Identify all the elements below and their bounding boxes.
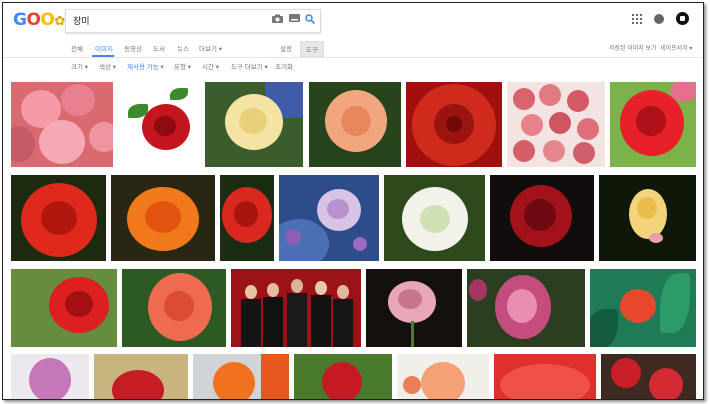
logo-letter: O — [26, 10, 41, 30]
image-result[interactable] — [11, 82, 113, 167]
image-result[interactable] — [11, 354, 89, 399]
tab-books[interactable]: 도서 — [153, 43, 165, 53]
image-result[interactable] — [118, 82, 200, 167]
tab-more[interactable]: 더보기 ▾ — [199, 43, 222, 53]
image-result[interactable] — [406, 82, 502, 167]
image-result[interactable] — [366, 269, 462, 347]
avatar[interactable] — [676, 12, 689, 25]
notifications-icon[interactable] — [654, 13, 664, 24]
tab-videos[interactable]: 동영상 — [124, 43, 142, 53]
saved-images-link[interactable]: 저장된 이미지 보기 — [609, 43, 657, 52]
filter-time[interactable]: 시간 ▾ — [202, 61, 219, 71]
active-tab-indicator — [92, 55, 114, 57]
tool-filters: 크기 ▾ 색상 ▾ 재사용 가능 ▾ 유형 ▾ 시간 ▾ 도구 더보기 ▾ 초기… — [3, 58, 703, 74]
filter-type[interactable]: 유형 ▾ — [174, 61, 191, 71]
image-result[interactable] — [490, 175, 594, 261]
tab-images[interactable]: 이미지 — [95, 43, 113, 53]
image-result[interactable] — [590, 269, 696, 347]
apps-grid-icon[interactable] — [632, 13, 642, 24]
account-bar — [632, 12, 689, 25]
image-result[interactable] — [494, 354, 596, 399]
search-box[interactable]: 장미 — [65, 9, 321, 33]
tools-button[interactable]: 도구 — [300, 41, 324, 57]
filter-reset[interactable]: 초기화 — [275, 61, 293, 71]
search-icon[interactable] — [305, 14, 316, 28]
image-result[interactable] — [231, 269, 361, 347]
filter-more-tools[interactable]: 도구 더보기 ▾ — [231, 61, 268, 71]
image-result[interactable] — [122, 269, 226, 347]
browser-frame: GOO✿LE 장미 전체 이미지 동영상 도서 뉴스 더보기 ▾ 설정 도구 저… — [2, 2, 704, 400]
image-result[interactable] — [111, 175, 215, 261]
tab-news[interactable]: 뉴스 — [177, 43, 189, 53]
image-result[interactable] — [397, 354, 489, 399]
image-result[interactable] — [467, 269, 585, 347]
image-result[interactable] — [309, 82, 401, 167]
image-result[interactable] — [11, 175, 106, 261]
keyboard-icon[interactable] — [289, 14, 300, 26]
image-result[interactable] — [294, 354, 392, 399]
image-result[interactable] — [193, 354, 289, 399]
image-result[interactable] — [220, 175, 274, 261]
logo-doodle-flower-icon: ✿ — [54, 14, 65, 29]
filter-color[interactable]: 색상 ▾ — [99, 61, 116, 71]
image-result[interactable] — [279, 175, 379, 261]
image-result[interactable] — [205, 82, 303, 167]
image-result[interactable] — [601, 354, 696, 399]
logo-letter: G — [13, 10, 27, 30]
image-result[interactable] — [507, 82, 605, 167]
settings-link[interactable]: 설정 — [280, 43, 292, 53]
image-result[interactable] — [384, 175, 485, 261]
image-result[interactable] — [599, 175, 696, 261]
image-result[interactable] — [610, 82, 696, 167]
search-tabs: 전체 이미지 동영상 도서 뉴스 더보기 ▾ 설정 도구 저장된 이미지 보기 … — [3, 39, 703, 58]
image-result[interactable] — [11, 269, 117, 347]
filter-usage-rights[interactable]: 재사용 가능 ▾ — [127, 61, 164, 71]
image-result[interactable] — [94, 354, 188, 399]
tab-all[interactable]: 전체 — [71, 43, 83, 53]
safesearch-dropdown[interactable]: 세이프서치 ▾ — [660, 43, 692, 52]
filter-size[interactable]: 크기 ▾ — [71, 61, 88, 71]
camera-icon[interactable] — [272, 14, 283, 27]
search-input[interactable]: 장미 — [73, 14, 90, 27]
logo-letter: O — [40, 10, 55, 30]
